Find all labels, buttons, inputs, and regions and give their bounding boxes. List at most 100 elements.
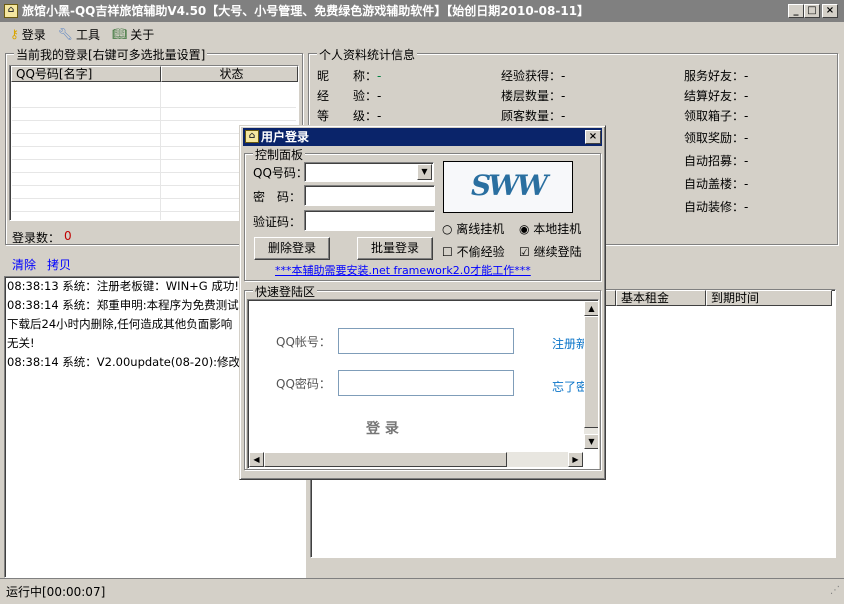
quick-login-button[interactable]: 登 录	[366, 418, 399, 438]
menu-bar: ⚷ 登录 🔧︎ 工具 📖︎ 关于	[0, 24, 154, 44]
field-label: 楼层数量：	[501, 89, 562, 103]
profile-legend: 个人资料统计信息	[317, 46, 418, 63]
profile-field: 等 级：-	[317, 107, 381, 124]
app-house-icon: ⌂	[4, 4, 18, 18]
field-label: 领取奖励：	[684, 131, 745, 145]
radio-local[interactable]: ◉ 本地挂机	[519, 220, 581, 237]
house-icon: ⌂	[245, 130, 259, 143]
framework-notice-link[interactable]: ***本辅助需要安装.net framework2.0才能工作***	[275, 262, 531, 278]
field-value: -	[561, 89, 566, 103]
menu-login[interactable]: ⚷ 登录	[10, 26, 46, 43]
column-qq[interactable]: QQ号码[名字]	[11, 66, 161, 82]
field-label: 等 级：	[317, 109, 378, 123]
field-label: 昵 称：	[317, 69, 378, 83]
profile-field: 经验获得：-	[501, 67, 565, 84]
book-icon: 📖︎	[112, 27, 128, 41]
profile-field: 自动装修：-	[684, 198, 748, 215]
scroll-up-icon[interactable]: ▲	[584, 301, 598, 316]
copy-link[interactable]: 拷贝	[47, 256, 71, 273]
forgot-password-link[interactable]: 忘了密	[552, 378, 588, 395]
field-value: -	[744, 177, 749, 191]
delete-login-button[interactable]: 删除登录	[254, 237, 330, 260]
key-icon: ⚷	[10, 27, 19, 41]
field-label: 经 验：	[317, 89, 378, 103]
quick-login-group: 快速登陆区 QQ帐号： 注册新 QQ密码： 忘了密 登 录 ▲ ▼ ◀ ▶	[244, 283, 601, 470]
scroll-left-icon[interactable]: ◀	[249, 452, 264, 467]
profile-field: 楼层数量：-	[501, 87, 565, 104]
dialog-close-button[interactable]: ×	[585, 130, 601, 144]
login-dialog: ⌂ 用户登录 × 控制面板 QQ号码： ▼ 密 码： 验证码： SWW ○ 离线…	[239, 125, 606, 480]
status-bar: 运行中[00:00:07] ⋰	[0, 578, 844, 604]
field-value: -	[561, 69, 566, 83]
menu-about[interactable]: 📖︎ 关于	[112, 26, 154, 43]
quick-pwd-label: QQ密码：	[276, 377, 331, 391]
login-count: 0	[64, 229, 72, 243]
field-value: -	[561, 109, 566, 123]
quick-login-frame: QQ帐号： 注册新 QQ密码： 忘了密 登 录 ▲ ▼ ◀ ▶	[247, 299, 599, 469]
profile-field: 结算好友：-	[684, 87, 748, 104]
field-label: 自动盖楼：	[684, 177, 745, 191]
password-field[interactable]	[304, 185, 435, 206]
qq-combobox[interactable]: ▼	[304, 162, 434, 182]
profile-field: 领取箱子：-	[684, 107, 748, 124]
wrench-icon: 🔧︎	[57, 27, 74, 41]
captcha-image[interactable]: SWW	[443, 161, 573, 213]
field-label: 服务好友：	[684, 69, 745, 83]
title-bar: ⌂ 旅馆小黑-QQ吉祥旅馆辅助V4.50【大号、小号管理、免费绿色游戏辅助软件】…	[0, 0, 844, 22]
column-rent[interactable]: 基本租金	[616, 290, 706, 306]
control-panel-legend: 控制面板	[253, 146, 306, 163]
scroll-right-icon[interactable]: ▶	[568, 452, 583, 467]
register-link[interactable]: 注册新	[552, 335, 588, 352]
quick-qq-input[interactable]	[338, 328, 514, 354]
scroll-thumb[interactable]	[584, 316, 598, 428]
quick-login-legend: 快速登陆区	[253, 283, 318, 300]
chevron-down-icon[interactable]: ▼	[417, 164, 432, 180]
field-label: 自动招募：	[684, 154, 745, 168]
no-exp-checkbox[interactable]: ☐ 不偷经验	[442, 243, 505, 260]
captcha-label: 验证码：	[253, 215, 302, 229]
qq-label: QQ号码：	[253, 166, 308, 180]
field-value: -	[377, 69, 382, 83]
field-value: -	[377, 109, 382, 123]
login-list-legend: 当前我的登录[右键可多选批量设置]	[14, 46, 208, 63]
field-label: 结算好友：	[684, 89, 745, 103]
field-value: -	[744, 131, 749, 145]
profile-field: 领取奖励：-	[684, 129, 748, 146]
profile-field: 顾客数量：-	[501, 107, 565, 124]
field-value: -	[377, 89, 382, 103]
profile-field: 自动招募：-	[684, 152, 748, 169]
maximize-button[interactable]: □	[804, 4, 820, 18]
quick-pwd-input[interactable]	[338, 370, 514, 396]
hscroll-thumb[interactable]	[264, 452, 507, 467]
vertical-scrollbar[interactable]: ▲ ▼	[584, 301, 598, 449]
field-label: 领取箱子：	[684, 109, 745, 123]
profile-field: 自动盖楼：-	[684, 175, 748, 192]
field-value: -	[744, 154, 749, 168]
captcha-field[interactable]	[304, 210, 435, 231]
status-text: 运行中[00:00:07]	[6, 585, 106, 599]
control-panel-group: 控制面板 QQ号码： ▼ 密 码： 验证码： SWW ○ 离线挂机 ◉ 本地挂机…	[244, 146, 601, 281]
profile-field: 经 验：-	[317, 87, 381, 104]
column-expiry[interactable]: 到期时间	[706, 290, 832, 306]
field-value: -	[744, 109, 749, 123]
menu-tools[interactable]: 🔧︎ 工具	[58, 26, 100, 43]
batch-login-button[interactable]: 批量登录	[357, 237, 433, 260]
resize-grip-icon[interactable]: ⋰	[830, 585, 840, 596]
clear-link[interactable]: 清除	[12, 256, 36, 273]
close-button[interactable]: ×	[822, 4, 838, 18]
horizontal-scrollbar[interactable]: ◀ ▶	[249, 452, 583, 467]
field-value: -	[744, 89, 749, 103]
scroll-down-icon[interactable]: ▼	[584, 434, 598, 449]
field-label: 顾客数量：	[501, 109, 562, 123]
field-value: -	[744, 69, 749, 83]
radio-offline[interactable]: ○ 离线挂机	[442, 220, 504, 237]
dialog-title: 用户登录	[261, 130, 310, 144]
minimize-button[interactable]: _	[788, 4, 804, 18]
password-label: 密 码：	[253, 190, 302, 204]
window-title: 旅馆小黑-QQ吉祥旅馆辅助V4.50【大号、小号管理、免费绿色游戏辅助软件】【始…	[22, 4, 590, 18]
profile-field: 昵 称：-	[317, 67, 381, 84]
dialog-title-bar: ⌂ 用户登录 ×	[243, 128, 602, 146]
continue-login-checkbox[interactable]: ☑ 继续登陆	[519, 243, 582, 260]
column-status[interactable]: 状态	[161, 66, 298, 82]
field-label: 经验获得：	[501, 69, 562, 83]
